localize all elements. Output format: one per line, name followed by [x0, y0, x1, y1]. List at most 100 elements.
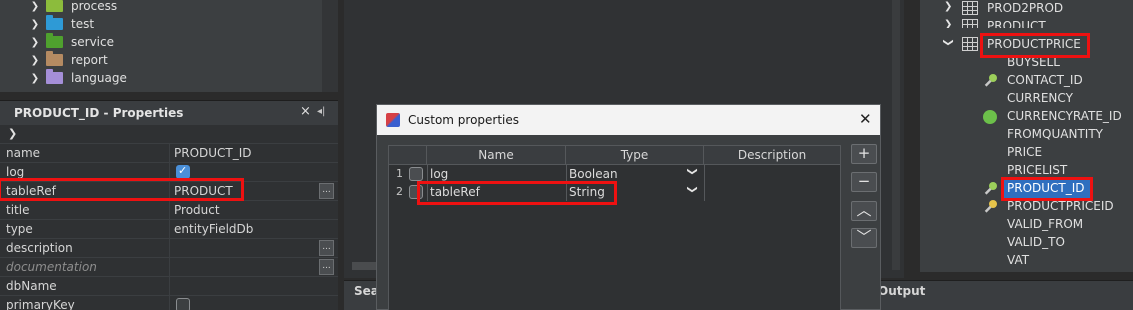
- property-row-documentation[interactable]: documentation ...: [0, 257, 338, 277]
- property-row-tableref[interactable]: tableRef PRODUCT ...: [0, 181, 338, 201]
- property-row-title[interactable]: title Product: [0, 200, 338, 220]
- field-label: VALID_FROM: [1007, 217, 1084, 231]
- tree-item-label: process: [71, 0, 118, 13]
- column-divider: [169, 296, 170, 310]
- database-tree-panel: ❯ PROD2PROD ❯ PRODUCT ❯ PRODUCTPRICE BUY…: [920, 0, 1133, 272]
- table-icon: [962, 37, 978, 51]
- add-button[interactable]: +: [851, 144, 877, 164]
- remove-button[interactable]: −: [851, 172, 877, 192]
- field-item[interactable]: BUYSELL: [920, 55, 1133, 73]
- property-row-type[interactable]: type entityFieldDb: [0, 219, 338, 239]
- column-divider: [169, 258, 170, 277]
- field-item[interactable]: CURRENCYRATE_ID: [920, 109, 1133, 127]
- chevron-down-icon[interactable]: ❯: [687, 167, 698, 175]
- ellipsis-button[interactable]: ...: [319, 183, 334, 199]
- column-divider: [704, 165, 705, 183]
- property-row-name[interactable]: name PRODUCT_ID: [0, 143, 338, 163]
- column-divider: [427, 165, 428, 183]
- field-item[interactable]: PRICE: [920, 145, 1133, 163]
- property-value[interactable]: Product: [174, 203, 220, 217]
- ellipsis-button[interactable]: ...: [319, 259, 334, 275]
- chevron-down-icon[interactable]: ❯: [8, 127, 17, 140]
- close-icon[interactable]: ✕: [859, 110, 872, 128]
- tree-item-prod2prod[interactable]: ❯ PROD2PROD: [920, 1, 1133, 19]
- field-item[interactable]: VAT: [920, 253, 1133, 271]
- table-label: PRODUCT: [987, 19, 1046, 28]
- field-label: CURRENCY: [1007, 91, 1073, 105]
- property-row-dbname[interactable]: dbName: [0, 276, 338, 296]
- property-value[interactable]: entityFieldDb: [174, 222, 253, 236]
- property-row-log[interactable]: log: [0, 162, 338, 182]
- field-label: VALID_TO: [1007, 235, 1065, 249]
- tree-item-productprice[interactable]: ❯ PRODUCTPRICE: [920, 37, 1133, 55]
- row-type[interactable]: Boolean: [569, 167, 618, 181]
- field-item[interactable]: FROMQUANTITY: [920, 127, 1133, 145]
- tab-output[interactable]: Output: [878, 284, 925, 298]
- property-value[interactable]: PRODUCT: [174, 184, 233, 198]
- dialog-title: Custom properties: [408, 113, 520, 127]
- column-divider: [169, 239, 170, 258]
- column-divider: [169, 201, 170, 220]
- ellipsis-button[interactable]: ...: [319, 240, 334, 256]
- field-label: PRICELIST: [1007, 163, 1068, 177]
- tree-item-label: test: [71, 17, 95, 31]
- chevron-right-icon[interactable]: ❯: [30, 19, 40, 30]
- field-item[interactable]: PRODUCTPRICEID: [920, 199, 1133, 217]
- tree-item-product[interactable]: ❯ PRODUCT: [920, 19, 1133, 28]
- primarykey-checkbox[interactable]: [176, 298, 190, 310]
- field-label: BUYSELL: [1007, 55, 1060, 69]
- field-label: PRICE: [1007, 145, 1043, 159]
- chevron-right-icon[interactable]: ❯: [30, 55, 40, 66]
- column-divider: [169, 163, 170, 182]
- folder-icon: [46, 69, 63, 84]
- row-name[interactable]: tableRef: [430, 185, 480, 199]
- folder-icon: [46, 33, 63, 48]
- move-down-button[interactable]: ﹀: [851, 228, 877, 248]
- column-divider: [427, 183, 428, 201]
- field-item-selected[interactable]: PRODUCT_ID: [920, 180, 1133, 199]
- column-divider: [169, 182, 170, 201]
- property-row-description[interactable]: description ...: [0, 238, 338, 258]
- pin-icon[interactable]: ◂|: [317, 106, 325, 117]
- field-label: FROMQUANTITY: [1007, 127, 1103, 141]
- column-divider: [169, 277, 170, 296]
- property-value[interactable]: PRODUCT_ID: [174, 146, 252, 160]
- editor-scrollbar[interactable]: [892, 0, 900, 270]
- chevron-right-icon[interactable]: ❯: [944, 19, 952, 28]
- property-name: dbName: [6, 279, 57, 293]
- folder-icon: [46, 0, 63, 12]
- chevron-right-icon[interactable]: ❯: [944, 1, 952, 12]
- row-checkbox[interactable]: [409, 167, 423, 181]
- key-icon: [984, 182, 997, 195]
- chevron-down-icon[interactable]: ❯: [687, 185, 698, 193]
- field-item[interactable]: VALID_TO: [920, 235, 1133, 253]
- field-item[interactable]: PRICELIST: [920, 163, 1133, 181]
- field-item[interactable]: CURRENCY: [920, 91, 1133, 109]
- custom-properties-table: Name Type Description 1 log Boolean ❯ 2 …: [388, 145, 841, 310]
- chevron-right-icon[interactable]: ❯: [30, 1, 40, 12]
- row-type[interactable]: String: [569, 185, 605, 199]
- chevron-right-icon[interactable]: ❯: [30, 73, 40, 84]
- field-item[interactable]: CONTACT_ID: [920, 73, 1133, 91]
- tree-item-label: service: [71, 35, 114, 49]
- column-header-description[interactable]: Description: [704, 146, 841, 165]
- field-label: PRODUCT_ID: [1007, 181, 1085, 195]
- tree-scrollbar[interactable]: [322, 0, 338, 92]
- table-row[interactable]: 1 log Boolean ❯: [389, 165, 840, 183]
- column-header-name[interactable]: Name: [427, 146, 566, 165]
- log-checkbox[interactable]: [176, 164, 190, 179]
- column-header-type[interactable]: Type: [566, 146, 704, 165]
- chevron-down-icon[interactable]: ❯: [943, 38, 954, 46]
- dialog-titlebar[interactable]: Custom properties ✕: [377, 105, 880, 135]
- close-icon[interactable]: ×: [300, 104, 311, 119]
- row-name[interactable]: log: [430, 167, 448, 181]
- tree-item-label: language: [71, 71, 127, 85]
- move-up-button[interactable]: ︿: [851, 201, 877, 221]
- row-checkbox[interactable]: [409, 185, 423, 199]
- field-item[interactable]: VALID_FROM: [920, 217, 1133, 235]
- chevron-right-icon[interactable]: ❯: [30, 37, 40, 48]
- field-label: VAT: [1007, 253, 1030, 267]
- property-row-primarykey[interactable]: primaryKey: [0, 295, 338, 310]
- table-row[interactable]: 2 tableRef String ❯: [389, 183, 840, 201]
- custom-properties-dialog: Custom properties ✕ Name Type Descriptio…: [376, 104, 881, 310]
